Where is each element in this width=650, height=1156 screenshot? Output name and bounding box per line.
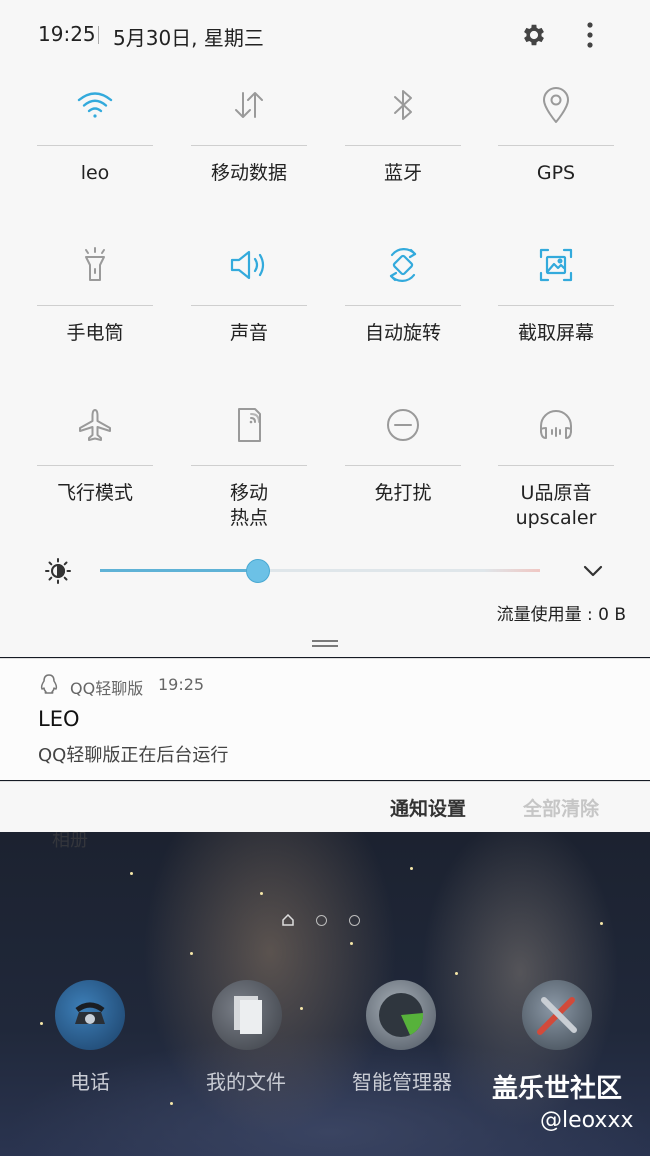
tile-label: 截取屏幕: [517, 322, 594, 344]
status-bar: 19:25 5月30日, 星期三: [0, 0, 650, 72]
chevron-down-icon: [583, 565, 603, 577]
gear-icon: [524, 24, 544, 46]
airplane-icon: [75, 405, 115, 445]
more-options-button[interactable]: [574, 17, 606, 53]
tile-label: 移动数据: [210, 162, 287, 184]
status-divider: [98, 26, 99, 44]
wallpaper-star: [350, 942, 353, 945]
tile-divider: [191, 465, 307, 466]
do-not-disturb-icon: [383, 405, 423, 445]
home-page-icon: [282, 914, 294, 926]
notification-card[interactable]: QQ轻聊版 19:25 LEO QQ轻聊版正在后台运行: [0, 658, 650, 780]
mobile-data-icon: [229, 85, 269, 125]
expand-brightness-button[interactable]: [578, 558, 608, 584]
wallpaper-star: [170, 1102, 173, 1105]
notification-title: LEO: [38, 707, 80, 731]
tile-divider: [498, 305, 614, 306]
wallpaper-star: [190, 952, 193, 955]
panel-drag-handle[interactable]: [312, 640, 338, 647]
tile-label: U品原音 upscaler: [515, 482, 597, 529]
headphones-icon: [536, 405, 576, 445]
tile-label: 手电筒: [66, 322, 124, 344]
tile-label: leo: [80, 162, 110, 184]
my-files-icon[interactable]: [212, 980, 282, 1050]
quick-settings-panel: 19:25 5月30日, 星期三 leo 移动数据 蓝牙 GPS 手电筒 声音 …: [0, 0, 650, 657]
notification-body: QQ轻聊版正在后台运行: [38, 745, 229, 766]
wallpaper-star: [260, 892, 263, 895]
speaker-icon: [229, 245, 269, 285]
clear-all-button[interactable]: 全部清除: [523, 794, 599, 821]
tile-divider: [37, 465, 153, 466]
more-vertical-icon: [587, 22, 593, 48]
watermark-user: @leoxxx: [540, 1108, 634, 1133]
tile-divider: [191, 305, 307, 306]
tile-divider: [191, 145, 307, 146]
data-usage-text: 流量使用量 : 0 B: [496, 605, 626, 625]
tile-label: 飞行模式: [56, 482, 133, 504]
notification-app-name: QQ轻聊版: [70, 679, 144, 698]
tile-divider: [345, 145, 461, 146]
page-dot: [316, 914, 327, 926]
tile-divider: [345, 465, 461, 466]
location-pin-icon: [536, 85, 576, 125]
wallpaper-star: [455, 972, 458, 975]
page-dot: [349, 914, 360, 926]
brightness-thumb[interactable]: [246, 559, 270, 583]
smart-manager-icon[interactable]: [366, 980, 436, 1050]
home-ghost-label: 相册: [52, 832, 88, 851]
wallpaper-star: [40, 1022, 43, 1025]
tile-label: GPS: [536, 162, 576, 184]
tile-label: 免打扰: [374, 482, 432, 504]
notification-action-bar: 通知设置 全部清除: [0, 781, 650, 832]
phone-icon[interactable]: [55, 980, 125, 1050]
status-time: 19:25: [38, 22, 96, 46]
status-date: 5月30日, 星期三: [113, 26, 264, 50]
wallpaper-star: [600, 922, 603, 925]
bluetooth-icon: [383, 85, 423, 125]
page-indicator: [282, 914, 360, 926]
brightness-track-filled: [100, 569, 258, 572]
app-label-phone: 电话: [70, 1070, 110, 1094]
notification-settings-button[interactable]: 通知设置: [390, 794, 466, 821]
tile-divider: [498, 145, 614, 146]
wallpaper-star: [300, 1007, 303, 1010]
tools-icon[interactable]: [522, 980, 592, 1050]
flashlight-icon: [75, 245, 115, 285]
wallpaper-star: [410, 867, 413, 870]
screenshot-icon: [536, 245, 576, 285]
app-label-smart-manager: 智能管理器: [352, 1070, 452, 1094]
tile-divider: [498, 465, 614, 466]
tile-label: 蓝牙: [383, 162, 422, 184]
wifi-icon: [75, 85, 115, 125]
brightness-icon[interactable]: [44, 557, 72, 585]
settings-button[interactable]: [516, 17, 552, 53]
tile-divider: [345, 305, 461, 306]
notification-time: 19:25: [158, 675, 205, 694]
brightness-track: [258, 569, 540, 572]
tile-divider: [37, 305, 153, 306]
tile-label: 移动 热点: [229, 482, 268, 529]
app-label-my-files: 我的文件: [206, 1070, 286, 1094]
qq-penguin-icon: [38, 673, 60, 695]
watermark-brand: 盖乐世社区: [492, 1074, 623, 1104]
wallpaper-star: [130, 872, 133, 875]
tile-label: 声音: [229, 322, 268, 344]
tile-divider: [37, 145, 153, 146]
tile-label: 自动旋转: [364, 322, 441, 344]
hotspot-icon: [229, 405, 269, 445]
brightness-slider[interactable]: [100, 559, 540, 583]
home-screen-background: 相册 电话 我的文件 智能管理器 盖乐世社区 @leoxxx: [0, 832, 650, 1156]
auto-rotate-icon: [383, 245, 423, 285]
